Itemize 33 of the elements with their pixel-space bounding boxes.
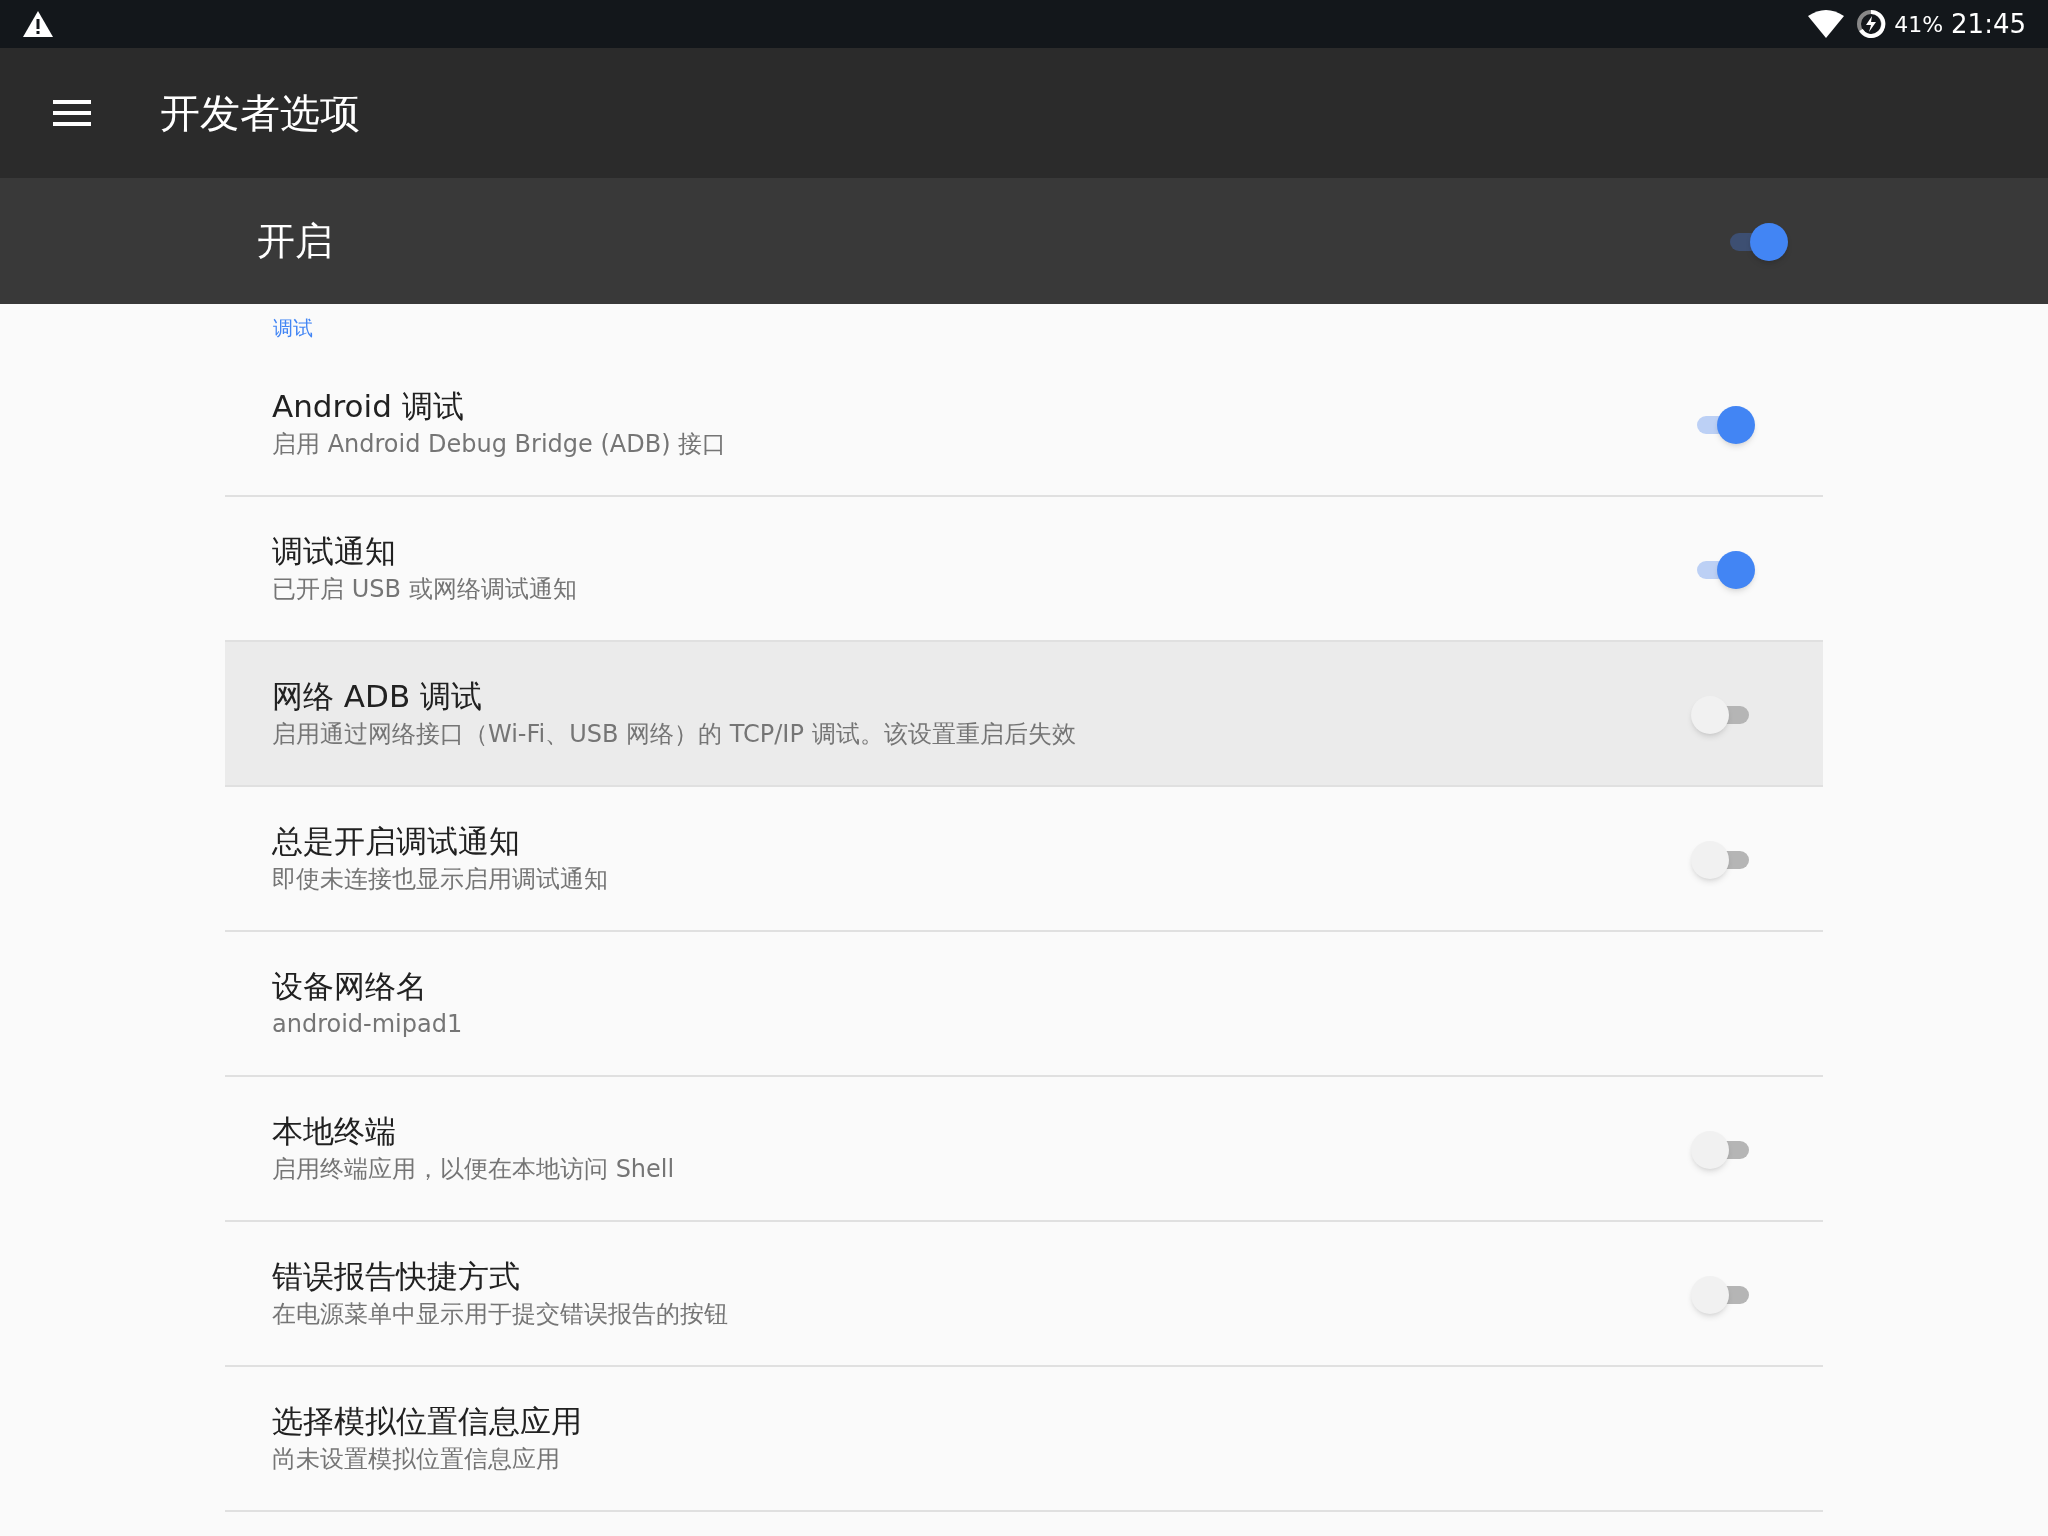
settings-row[interactable]: 网络 ADB 调试 启用通过网络接口（Wi-Fi、USB 网络）的 TCP/IP 调试。该设置重启后失效 (225, 642, 1823, 787)
row-title: 本地终端 (272, 1111, 397, 1151)
row-title: 设备网络名 (272, 966, 428, 1006)
row-summary: 已开启 USB 或网络调试通知 (272, 573, 578, 605)
master-switch-label: 开启 (257, 217, 334, 265)
row-summary: 尚未设置模拟位置信息应用 (272, 1443, 561, 1475)
battery-percent: 41% (1894, 10, 1944, 39)
battery-charging-icon (1856, 9, 1887, 39)
row-summary: android-mipad1 (272, 1008, 464, 1040)
master-switch-bar[interactable]: 开启 (0, 178, 2048, 304)
settings-row[interactable]: 设备网络名 android-mipad1 (225, 932, 1823, 1077)
section-header: 调试 (273, 315, 313, 342)
row-summary: 在电源菜单中显示用于提交错误报告的按钮 (272, 1298, 729, 1330)
row-summary: 启用终端应用，以便在本地访问 Shell (272, 1153, 676, 1185)
row-title: 选择模拟位置信息应用 (272, 1401, 583, 1441)
toolbar-title: 开发者选项 (160, 89, 360, 138)
row-title: 错误报告快捷方式 (272, 1256, 521, 1296)
row-summary: 启用通过网络接口（Wi-Fi、USB 网络）的 TCP/IP 调试。该设置重启后失效 (272, 718, 1077, 750)
settings-row[interactable]: 总是开启调试通知 即使未连接也显示启用调试通知 (225, 787, 1823, 932)
settings-row[interactable]: 错误报告快捷方式 在电源菜单中显示用于提交错误报告的按钮 (225, 1222, 1823, 1367)
row-title: Android 调试 (272, 386, 465, 426)
settings-row[interactable]: 选择模拟位置信息应用 尚未设置模拟位置信息应用 (225, 1367, 1823, 1512)
warning-icon (22, 10, 54, 38)
row-title: 调试通知 (272, 531, 397, 571)
settings-row[interactable]: 本地终端 启用终端应用，以便在本地访问 Shell (225, 1077, 1823, 1222)
clock: 21:45 (1951, 7, 2026, 41)
row-title: 网络 ADB 调试 (272, 676, 484, 716)
settings-row[interactable]: Android 调试 启用 Android Debug Bridge (ADB) 接口 (225, 352, 1823, 497)
wifi-icon (1808, 10, 1845, 38)
row-summary: 启用 Android Debug Bridge (ADB) 接口 (272, 428, 728, 460)
row-summary: 即使未连接也显示启用调试通知 (272, 863, 609, 895)
menu-icon (53, 100, 91, 126)
row-title: 总是开启调试通知 (272, 821, 521, 861)
